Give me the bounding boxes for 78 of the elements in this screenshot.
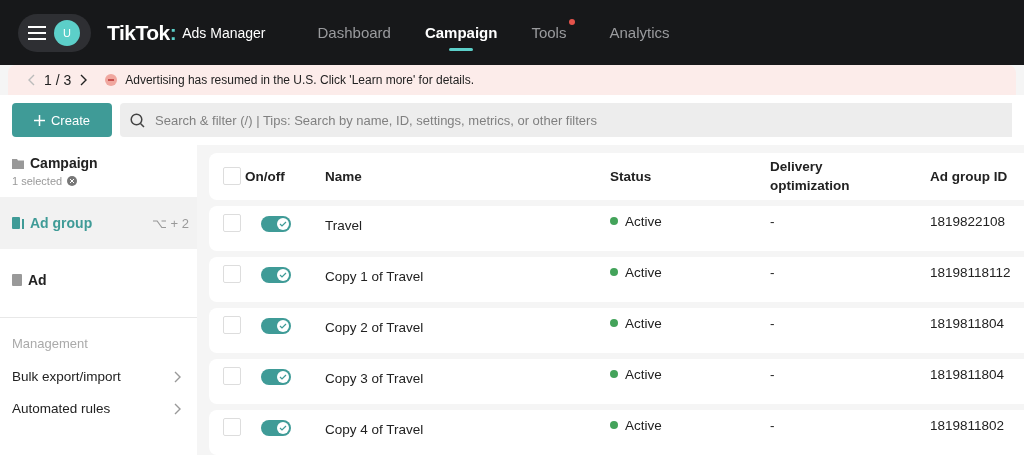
nav-tab[interactable]: Tools [531, 0, 576, 65]
status-dot [610, 319, 618, 328]
plus-icon [34, 114, 45, 126]
status-text: Active [625, 213, 662, 229]
clear-icon[interactable] [67, 176, 78, 186]
status-text: Active [625, 264, 662, 280]
column-header: Status [610, 167, 653, 186]
row-checkbox[interactable] [223, 315, 241, 334]
section-heading: Management [11, 335, 89, 353]
name-cell[interactable]: Copy 4 of Travel [325, 418, 610, 437]
check-icon [279, 219, 287, 228]
status-text: Active [625, 366, 662, 382]
toggle-switch[interactable] [261, 215, 291, 232]
row-checkbox[interactable] [223, 264, 241, 283]
row-checkbox[interactable] [223, 418, 241, 436]
menu-link[interactable]: Automated rules [0, 393, 197, 425]
level-label: Ad group [30, 215, 93, 231]
status-text: Active [625, 418, 662, 433]
column-header: Ad group ID [930, 167, 1009, 186]
table-cell-text: 1819811802 [930, 418, 1006, 433]
pager-text: 1 / 3 [44, 72, 72, 88]
minus-circle-icon [105, 74, 118, 86]
nav-tab[interactable]: Campaign [424, 0, 498, 65]
row-checkbox[interactable] [223, 366, 241, 385]
toggle-switch[interactable] [261, 317, 291, 334]
level-label: Campaign [30, 155, 98, 171]
table-cell-text: - [770, 418, 776, 433]
toggle-switch[interactable] [261, 420, 291, 436]
menu-link[interactable]: Bulk export/import [0, 361, 197, 393]
logo: TikTok: [107, 20, 177, 45]
table-cell-text: - [770, 264, 776, 280]
status-dot [610, 370, 618, 379]
status-dot [610, 421, 618, 430]
table-row[interactable]: Travel Active - 1819822108 [209, 205, 1024, 251]
table-row[interactable]: Copy 3 of Travel Active - 1819811804 [209, 358, 1024, 404]
search-icon [130, 112, 145, 128]
check-icon [279, 424, 287, 432]
table-cell-text: - [770, 315, 776, 331]
tab-underline [449, 48, 474, 51]
name-cell[interactable]: Travel [325, 213, 610, 233]
status-dot [610, 217, 618, 226]
check-icon [279, 372, 287, 381]
shortcut-text: ⌥ + 2 [151, 215, 189, 231]
check-icon [279, 321, 287, 330]
table-cell-text: - [770, 213, 776, 229]
table-cell-text: 1819811804 [930, 366, 1006, 382]
table-row[interactable]: Copy 2 of Travel Active - 1819811804 [209, 307, 1024, 353]
status-dot [610, 268, 618, 277]
check-icon [279, 270, 287, 279]
chevron-right-icon [173, 402, 181, 415]
nav-tab[interactable]: Analytics [609, 0, 670, 65]
column-header: Name [325, 167, 363, 186]
row-checkbox[interactable] [223, 213, 241, 232]
name-cell[interactable]: Copy 1 of Travel [325, 264, 610, 284]
name-cell[interactable]: Copy 3 of Travel [325, 366, 610, 386]
table-row[interactable]: Copy 4 of Travel Active - 1819811802 [209, 410, 1024, 455]
banner-message: Advertising has resumed in the U.S. Click 'Learn more' for details. [125, 73, 474, 87]
folder-icon [12, 157, 24, 169]
table-cell-text: 18198118112 [930, 264, 1012, 280]
table-cell-text: - [770, 366, 776, 382]
toggle-switch[interactable] [261, 266, 291, 283]
column-header: On/off [245, 167, 286, 186]
logo-subtitle: Ads Manager [182, 24, 266, 41]
table-cell-text: 1819811804 [930, 315, 1006, 331]
status-text: Active [625, 315, 662, 331]
next-icon [79, 74, 88, 86]
selection-count: 1 selected [12, 175, 63, 187]
column-header: Delivery optimization [770, 157, 851, 196]
toggle-switch[interactable] [261, 368, 291, 385]
menu-icon[interactable] [28, 25, 46, 40]
chevron-right-icon [173, 370, 181, 383]
previous-icon [28, 74, 36, 86]
table-cell-text: 1819822108 [930, 213, 1007, 229]
name-cell[interactable]: Copy 2 of Travel [325, 315, 610, 335]
table-row[interactable]: Copy 1 of Travel Active - 18198118112 [209, 256, 1024, 302]
level-label: Ad [28, 272, 47, 288]
nav-tab[interactable]: Dashboard [317, 0, 391, 65]
select-all-checkbox[interactable] [223, 167, 241, 186]
